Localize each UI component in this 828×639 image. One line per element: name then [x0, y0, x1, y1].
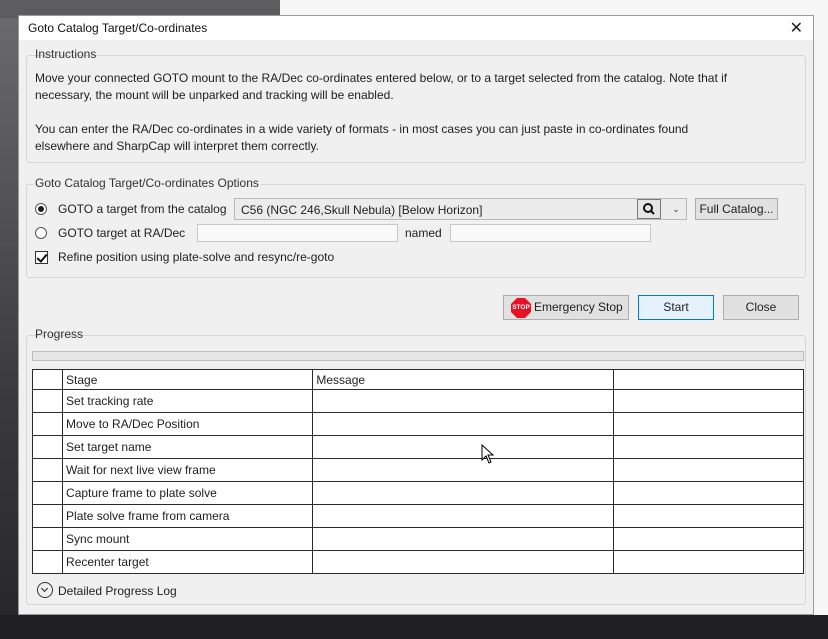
row-header-cell [31, 435, 64, 459]
window-title: Goto Catalog Target/Co-ordinates [28, 21, 208, 35]
detailed-progress-log-label[interactable]: Detailed Progress Log [58, 584, 177, 598]
table-row[interactable]: Sync mount [31, 527, 805, 551]
extra-cell [612, 481, 805, 505]
table-row[interactable]: Set tracking rate [31, 389, 805, 413]
table-row[interactable]: Wait for next live view frame [31, 458, 805, 482]
extra-cell [612, 389, 805, 413]
stage-cell: Plate solve frame from camera [62, 504, 314, 528]
stop-badge-text: STOP [512, 304, 530, 311]
instructions-text-line2: necessary, the mount will be unparked an… [35, 88, 394, 102]
start-button[interactable]: Start [638, 295, 714, 320]
goto-catalog-dialog: Goto Catalog Target/Co-ordinates ✕ Instr… [18, 15, 814, 615]
row-header-cell [31, 369, 64, 390]
table-row[interactable]: Capture frame to plate solve [31, 481, 805, 505]
extra-cell [612, 550, 805, 574]
table-header-row: Stage Message [31, 369, 805, 390]
progress-bar [32, 351, 804, 361]
message-cell [312, 458, 614, 482]
catalog-target-value: C56 (NGC 246,Skull Nebula) [Below Horizo… [241, 203, 483, 217]
radio-goto-radec-label[interactable]: GOTO target at RA/Dec [58, 226, 185, 240]
search-icon [643, 203, 655, 215]
options-group: Goto Catalog Target/Co-ordinates Options… [26, 176, 806, 278]
progress-group: Progress Stage Message Set tracking rate… [26, 327, 806, 605]
close-window-icon[interactable]: ✕ [790, 18, 803, 38]
row-header-cell [31, 550, 64, 574]
emergency-stop-button[interactable]: STOP Emergency Stop [503, 295, 629, 320]
background-image-left [0, 18, 18, 639]
row-header-cell [31, 504, 64, 528]
emergency-stop-label: Emergency Stop [534, 300, 623, 314]
message-cell [312, 550, 614, 574]
extra-cell [612, 412, 805, 436]
stage-cell: Move to RA/Dec Position [62, 412, 314, 436]
column-header-message[interactable]: Message [312, 369, 614, 390]
row-header-cell [31, 412, 64, 436]
message-cell [312, 527, 614, 551]
title-bar[interactable]: Goto Catalog Target/Co-ordinates ✕ [19, 16, 813, 40]
stage-cell: Set target name [62, 435, 314, 459]
message-cell [312, 481, 614, 505]
progress-label: Progress [35, 327, 84, 341]
message-cell [312, 389, 614, 413]
catalog-target-combo[interactable]: C56 (NGC 246,Skull Nebula) [Below Horizo… [234, 198, 687, 220]
table-row[interactable]: Plate solve frame from camera [31, 504, 805, 528]
row-header-cell [31, 458, 64, 482]
mouse-cursor-icon [481, 444, 495, 464]
named-input[interactable] [450, 224, 651, 242]
instructions-text-line3: You can enter the RA/Dec co-ordinates in… [35, 122, 689, 136]
column-header-stage[interactable]: Stage [62, 369, 314, 390]
message-cell [312, 412, 614, 436]
extra-cell [612, 435, 805, 459]
column-header-extra[interactable] [612, 369, 805, 390]
stage-cell: Set tracking rate [62, 389, 314, 413]
instructions-text-line1: Move your connected GOTO mount to the RA… [35, 71, 728, 85]
extra-cell [612, 458, 805, 482]
refine-position-checkbox[interactable] [35, 251, 48, 264]
named-label: named [405, 226, 442, 240]
instructions-group: Instructions Move your connected GOTO mo… [26, 47, 806, 163]
row-header-cell [31, 389, 64, 413]
row-header-cell [31, 481, 64, 505]
background-window-right [814, 18, 828, 639]
chevron-down-circle-icon[interactable] [37, 582, 53, 598]
stage-cell: Wait for next live view frame [62, 458, 314, 482]
stop-sign-icon: STOP [510, 297, 532, 319]
refine-position-label[interactable]: Refine position using plate-solve and re… [58, 250, 334, 264]
message-cell [312, 504, 614, 528]
catalog-search-button[interactable] [637, 199, 661, 219]
options-label: Goto Catalog Target/Co-ordinates Options [33, 176, 261, 190]
instructions-text-line4: elsewhere and SharpCap will interpret th… [35, 139, 319, 153]
table-row[interactable]: Recenter target [31, 550, 805, 574]
extra-cell [612, 527, 805, 551]
background-bottom [0, 615, 828, 639]
row-header-cell [31, 527, 64, 551]
progress-table: Stage Message Set tracking rate Move to R… [31, 369, 805, 574]
table-row[interactable]: Set target name [31, 435, 805, 459]
message-cell [312, 435, 614, 459]
stage-cell: Sync mount [62, 527, 314, 551]
stage-cell: Recenter target [62, 550, 314, 574]
radio-goto-catalog[interactable] [35, 203, 47, 215]
table-row[interactable]: Move to RA/Dec Position [31, 412, 805, 436]
full-catalog-button[interactable]: Full Catalog... [695, 198, 778, 220]
instructions-label: Instructions [35, 47, 97, 61]
close-button[interactable]: Close [723, 295, 799, 320]
stage-cell: Capture frame to plate solve [62, 481, 314, 505]
radec-input[interactable] [197, 224, 398, 242]
radio-goto-catalog-label[interactable]: GOTO a target from the catalog [58, 202, 227, 216]
chevron-down-icon[interactable]: ⌄ [666, 199, 686, 219]
radio-goto-radec[interactable] [35, 227, 47, 239]
extra-cell [612, 504, 805, 528]
